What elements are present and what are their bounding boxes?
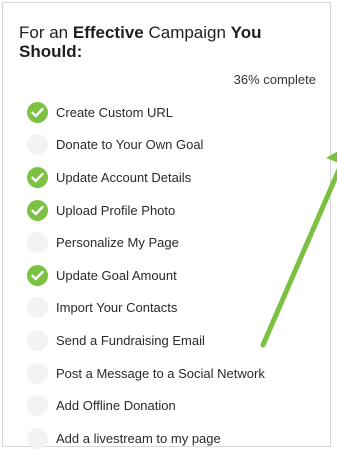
empty-circle-icon [27, 297, 48, 319]
empty-circle-icon [27, 395, 48, 417]
task-label: Create Custom URL [56, 104, 174, 120]
task-label: Add Offline Donation [56, 398, 176, 414]
empty-circle-icon [27, 232, 48, 254]
task-item[interactable]: Update Goal Amount [27, 259, 265, 292]
task-item[interactable]: Create Custom URL [27, 96, 265, 129]
heading-prefix: For an [19, 23, 73, 42]
task-item[interactable]: Donate to Your Own Goal [27, 129, 265, 162]
heading-emphasis-effective: Effective [72, 23, 144, 42]
task-item[interactable]: Update Account Details [27, 161, 265, 194]
checkmark-icon [27, 101, 48, 123]
task-label: Post a Message to a Social Network [56, 365, 265, 381]
checkmark-icon [27, 166, 48, 188]
task-label: Import Your Contacts [56, 300, 178, 316]
task-label: Personalize My Page [56, 235, 179, 251]
task-label: Add a livestream to my page [56, 430, 221, 446]
empty-circle-icon [27, 427, 48, 449]
empty-circle-icon [27, 329, 48, 351]
task-item[interactable]: Send a Fundraising Email [27, 324, 265, 357]
task-item[interactable]: Add Offline Donation [27, 389, 265, 422]
task-item[interactable]: Upload Profile Photo [27, 194, 265, 227]
task-label: Donate to Your Own Goal [56, 137, 204, 153]
progress-label: 36% complete [233, 72, 316, 87]
task-item[interactable]: Post a Message to a Social Network [27, 357, 265, 390]
task-label: Send a Fundraising Email [56, 332, 205, 348]
task-item[interactable]: Import Your Contacts [27, 292, 265, 325]
task-label: Upload Profile Photo [56, 202, 176, 218]
task-item[interactable]: Personalize My Page [27, 226, 265, 259]
campaign-checklist-panel: For an Effective Campaign You Should: 36… [2, 2, 331, 449]
heading-middle: Campaign [143, 23, 231, 42]
task-label: Update Goal Amount [56, 267, 177, 283]
task-label: Update Account Details [56, 169, 192, 185]
checklist-heading: For an Effective Campaign You Should: [19, 23, 309, 61]
empty-circle-icon [27, 362, 48, 384]
task-checklist: Create Custom URL Donate to Your Own Goa… [27, 96, 265, 455]
task-item[interactable]: Add a livestream to my page [27, 422, 265, 455]
checkmark-icon [27, 264, 48, 286]
empty-circle-icon [27, 134, 48, 156]
checkmark-icon [27, 199, 48, 221]
